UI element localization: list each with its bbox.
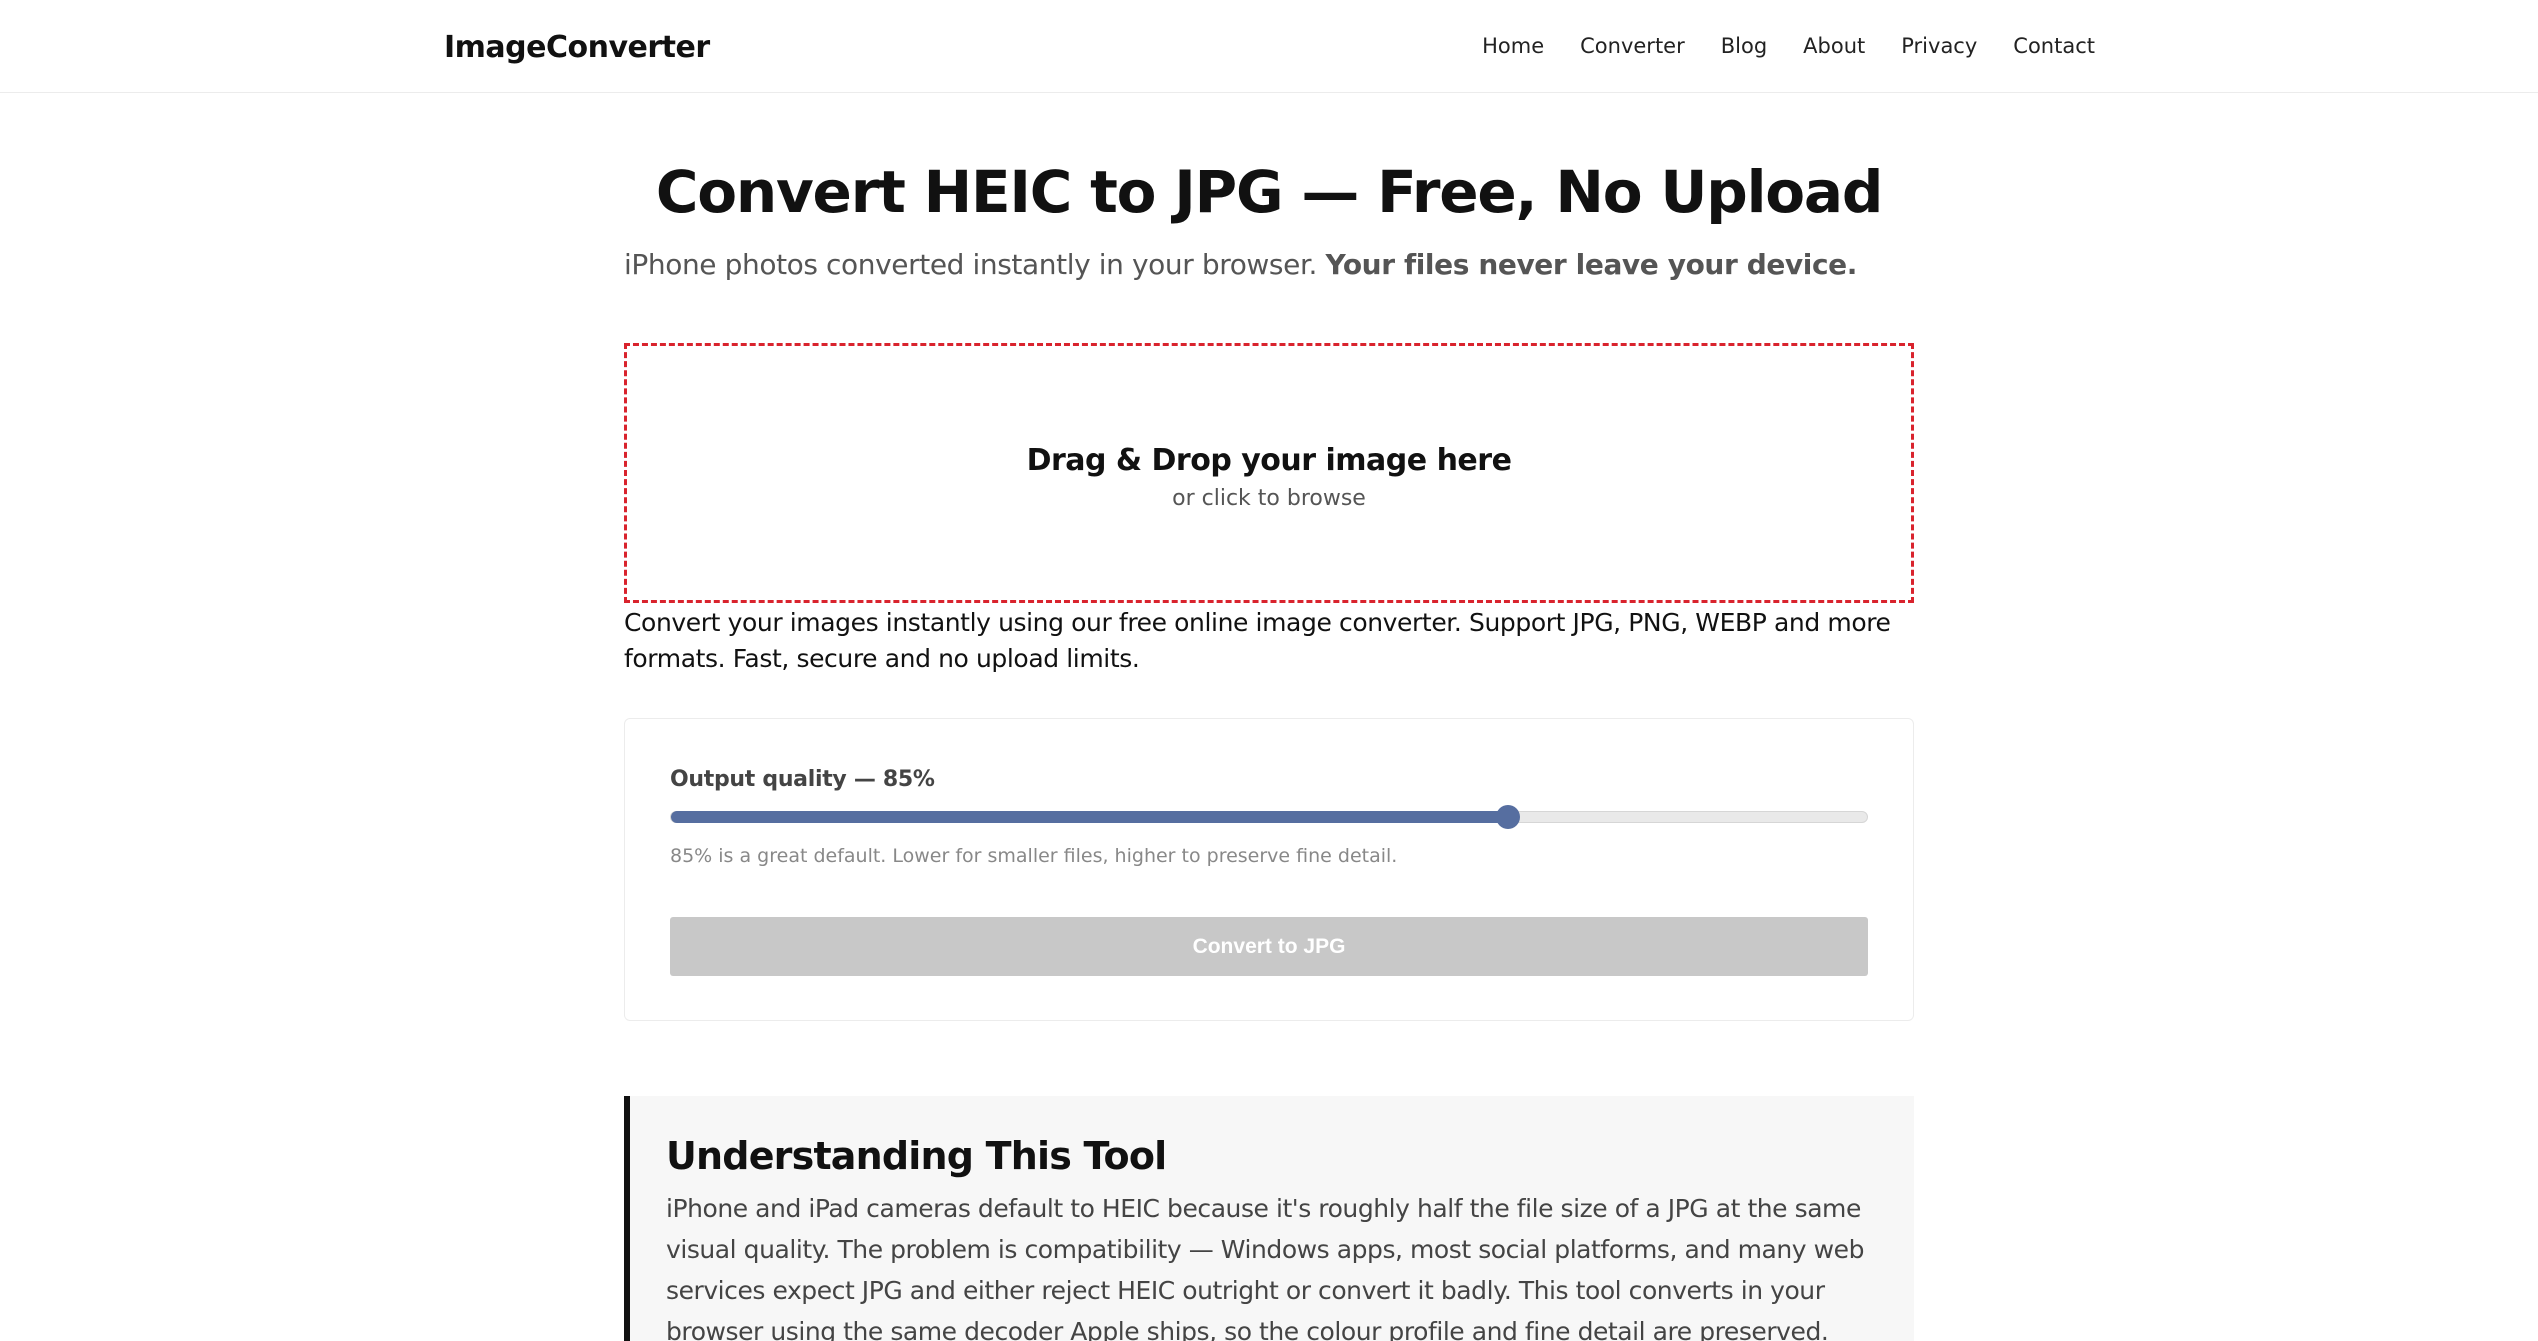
nav-link-contact[interactable]: Contact xyxy=(2013,34,2095,58)
nav-link-blog[interactable]: Blog xyxy=(1721,34,1767,58)
nav-link-privacy[interactable]: Privacy xyxy=(1901,34,1977,58)
nav-link-about[interactable]: About xyxy=(1803,34,1865,58)
dropzone-browse-hint: or click to browse xyxy=(1172,486,1366,511)
top-navbar: ImageConverter Home Converter Blog About… xyxy=(0,0,2538,93)
subtitle-emphasis: Your files never leave your device. xyxy=(1325,248,1858,281)
nav-links: Home Converter Blog About Privacy Contac… xyxy=(1482,34,2095,58)
intro-text: Convert your images instantly using our … xyxy=(624,608,1891,673)
nav-link-converter[interactable]: Converter xyxy=(1580,34,1685,58)
explainer-title: Understanding This Tool xyxy=(666,1134,1167,1178)
explainer-section: Understanding This Tool iPhone and iPad … xyxy=(624,1096,1914,1341)
page-title: Convert HEIC to JPG — Free, No Upload xyxy=(655,158,1884,226)
quality-label: Output quality — 85% xyxy=(670,767,935,792)
quality-slider-fill xyxy=(671,811,1509,823)
convert-button[interactable]: Convert to JPG xyxy=(670,917,1868,976)
brand-logo[interactable]: ImageConverter xyxy=(444,30,710,65)
explainer-body: iPhone and iPad cameras default to HEIC … xyxy=(666,1194,1864,1341)
quality-help-text: 85% is a great default. Lower for smalle… xyxy=(670,845,1398,867)
nav-link-home[interactable]: Home xyxy=(1482,34,1544,58)
file-dropzone[interactable]: Drag & Drop your image here or click to … xyxy=(624,343,1914,603)
options-card: Output quality — 85% 85% is a great defa… xyxy=(624,718,1914,1021)
page-subtitle: iPhone photos converted instantly in you… xyxy=(624,248,1924,281)
quality-slider[interactable] xyxy=(670,805,1868,829)
dropzone-title: Drag & Drop your image here xyxy=(1026,443,1512,478)
quality-slider-thumb[interactable] xyxy=(1496,805,1521,829)
subtitle-text: iPhone photos converted instantly in you… xyxy=(624,248,1317,281)
